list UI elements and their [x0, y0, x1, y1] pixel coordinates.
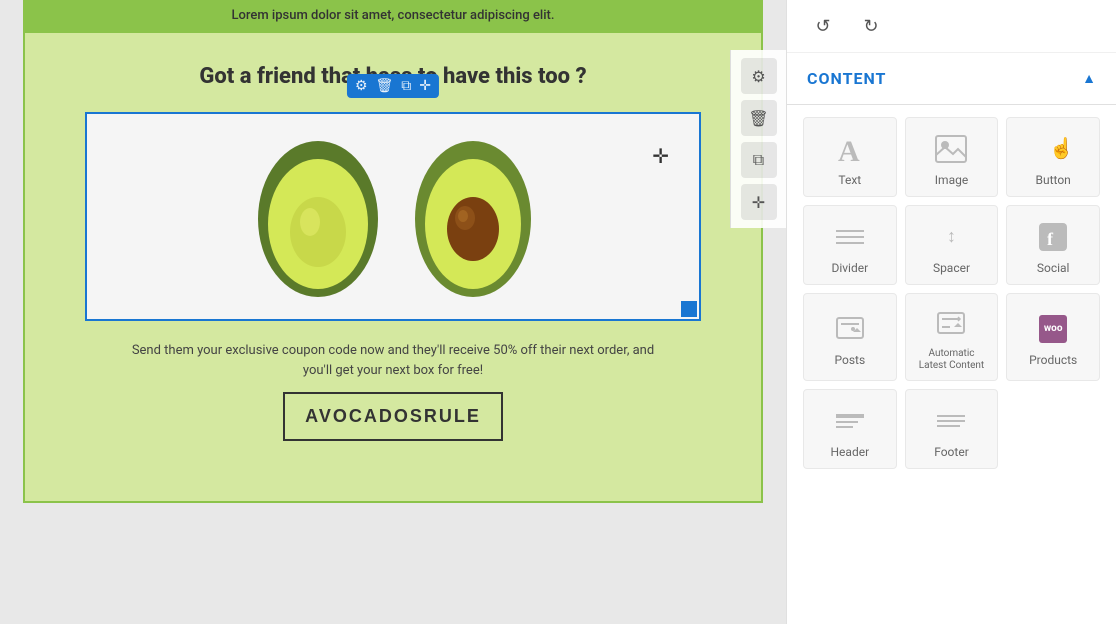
alc-label: Automatic Latest Content [914, 348, 990, 372]
avocado-left [248, 134, 388, 299]
avocado-right [408, 134, 538, 299]
resize-handle[interactable] [681, 301, 697, 317]
plus-cursor: ✛ [652, 144, 669, 168]
social-label: Social [1037, 261, 1070, 275]
duplicate-icon[interactable]: ⧉ [401, 78, 411, 94]
move-toolbar-btn[interactable]: ✛ [741, 184, 777, 220]
content-item-social[interactable]: f Social [1006, 205, 1100, 285]
coupon-button[interactable]: AVOCADOSRULE [283, 392, 503, 441]
content-item-divider[interactable]: Divider [803, 205, 897, 285]
divider-label: Divider [831, 261, 868, 275]
email-top-bar: Lorem ipsum dolor sit amet, consectetur … [23, 0, 763, 31]
image-block[interactable]: ✛ [85, 112, 701, 321]
redo-button[interactable]: ↻ [855, 10, 887, 42]
content-item-header[interactable]: Header [803, 389, 897, 469]
text-label: Text [838, 173, 861, 187]
text-block-icon: A [835, 131, 865, 167]
content-item-alc[interactable]: Automatic Latest Content [905, 293, 999, 381]
block-toolbar: ⚙ 🗑 ⧉ ✛ [347, 74, 439, 98]
email-paragraph: Send them your exclusive coupon code now… [125, 341, 661, 383]
products-block-icon: woo [1039, 311, 1067, 347]
email-text-block: Send them your exclusive coupon code now… [85, 321, 701, 482]
content-item-button[interactable]: ☝ Button [1006, 117, 1100, 197]
avocado-illustration [228, 114, 558, 319]
panel-title: CONTENT [807, 69, 886, 88]
image-label: Image [935, 173, 968, 187]
footer-label: Footer [934, 445, 969, 459]
posts-label: Posts [835, 353, 866, 367]
undo-button[interactable]: ↺ [807, 10, 839, 42]
delete-icon[interactable]: 🗑 [376, 78, 394, 94]
social-block-icon: f [1039, 219, 1067, 255]
content-item-text[interactable]: A Text [803, 117, 897, 197]
panel-collapse-button[interactable]: ▲ [1082, 70, 1096, 87]
move-icon[interactable]: ✛ [419, 78, 431, 94]
image-block-icon [935, 131, 967, 167]
header-label: Header [831, 445, 870, 459]
posts-block-icon [835, 311, 865, 347]
right-panel-header: CONTENT ▲ [787, 53, 1116, 105]
email-wrapper: Lorem ipsum dolor sit amet, consectetur … [23, 0, 763, 503]
spacer-block-icon: ↕ [947, 219, 956, 255]
header-block-icon [836, 403, 864, 439]
spacer-label: Spacer [933, 261, 970, 275]
products-label: Products [1029, 353, 1077, 367]
undo-redo-row: ↺ ↻ [787, 0, 1116, 53]
delete-toolbar-btn[interactable]: 🗑 [741, 100, 777, 136]
footer-block-icon [937, 403, 965, 439]
svg-text:☝: ☝ [1049, 136, 1069, 160]
button-label: Button [1036, 173, 1071, 187]
svg-text:A: A [838, 135, 860, 167]
float-toolbar: ⚙ 🗑 ⧉ ✛ [730, 50, 786, 228]
right-panel: ↺ ↻ CONTENT ▲ A Text Image [786, 0, 1116, 624]
settings-toolbar-btn[interactable]: ⚙ [741, 58, 777, 94]
content-item-footer[interactable]: Footer [905, 389, 999, 469]
content-grid: A Text Image ☝ Button [787, 105, 1116, 481]
svg-text:f: f [1047, 229, 1054, 249]
duplicate-toolbar-btn[interactable]: ⧉ [741, 142, 777, 178]
content-item-products[interactable]: woo Products [1006, 293, 1100, 381]
email-content-block: Got a friend that hass to have this too … [23, 31, 763, 503]
content-item-image[interactable]: Image [905, 117, 999, 197]
content-item-posts[interactable]: Posts [803, 293, 897, 381]
settings-icon[interactable]: ⚙ [355, 78, 368, 94]
divider-block-icon [836, 219, 864, 255]
canvas-area: Lorem ipsum dolor sit amet, consectetur … [0, 0, 786, 624]
top-bar-text: Lorem ipsum dolor sit amet, consectetur … [232, 8, 555, 23]
alc-block-icon [936, 306, 966, 342]
content-item-spacer[interactable]: ↕ Spacer [905, 205, 999, 285]
button-block-icon: ☝ [1037, 131, 1069, 167]
